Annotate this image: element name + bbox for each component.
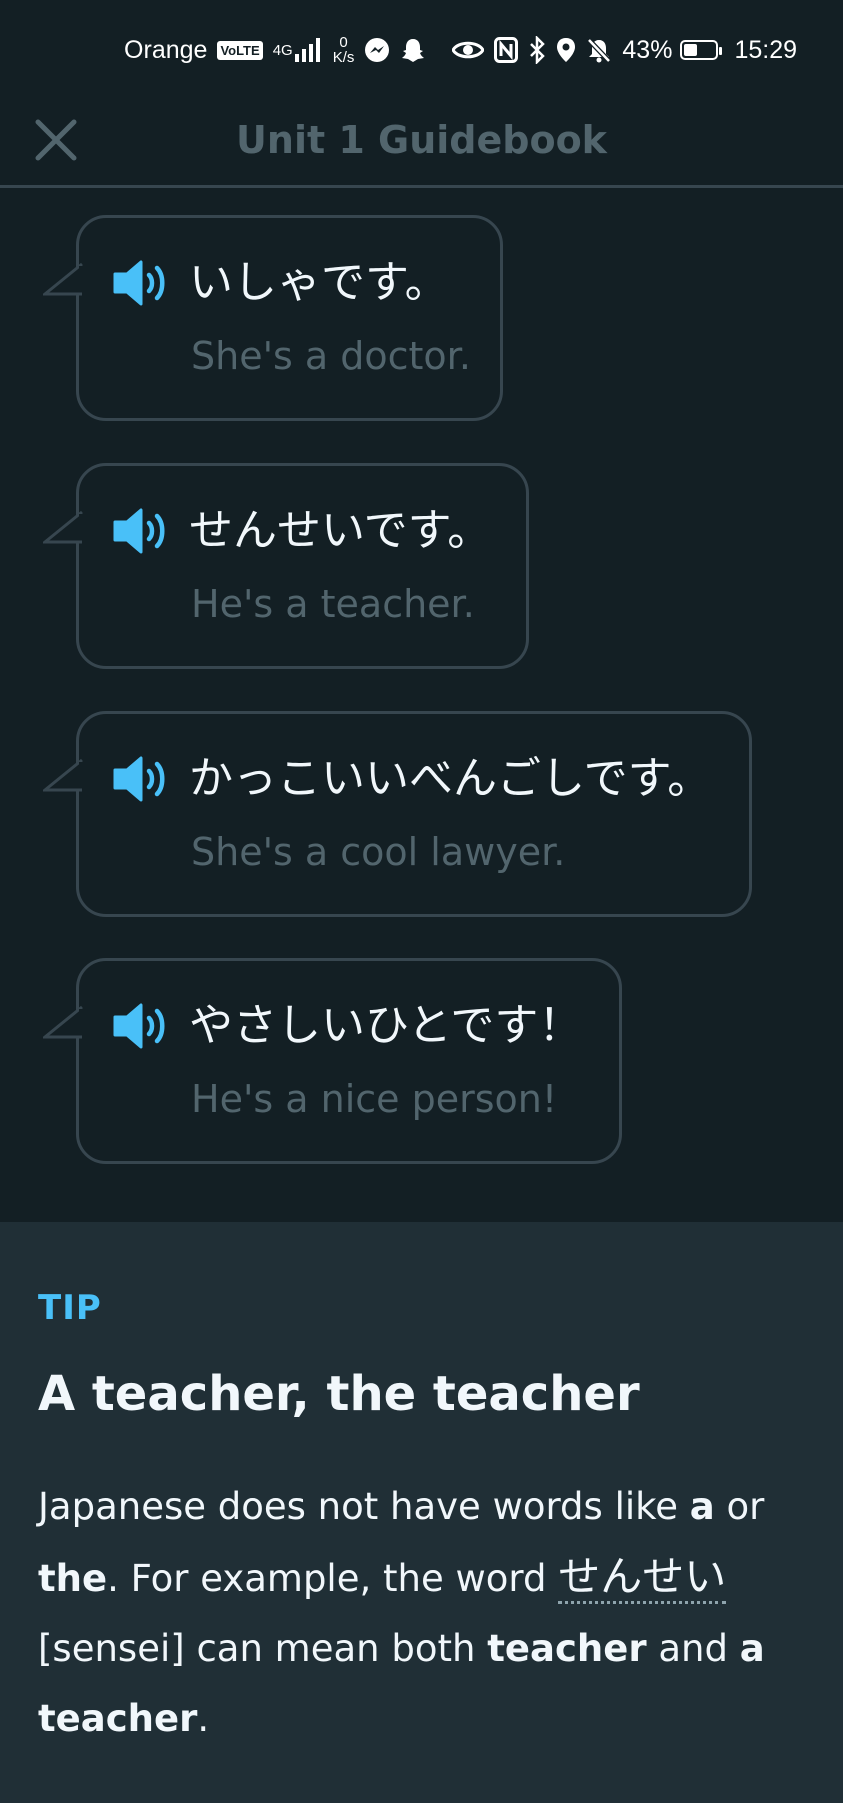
tip-bold-text: the bbox=[38, 1557, 108, 1600]
phrase-bubble: せんせいです。 He's a teacher. bbox=[43, 463, 529, 669]
speaker-icon bbox=[113, 508, 165, 554]
data-rate-value: 0 bbox=[339, 34, 348, 51]
tip-text: . bbox=[197, 1697, 210, 1740]
tip-text: or bbox=[714, 1485, 765, 1528]
tip-text: . For example, the word bbox=[107, 1557, 559, 1600]
phrase-bubble: やさしいひとです！ He's a nice person! bbox=[43, 958, 622, 1164]
phrase-bubble: いしゃです。 She's a doctor. bbox=[43, 215, 503, 421]
page-title: Unit 1 Guidebook bbox=[236, 118, 607, 162]
eye-icon bbox=[452, 39, 485, 61]
speaker-icon bbox=[113, 1003, 165, 1049]
tip-label: TIP bbox=[38, 1288, 102, 1328]
bubble-tail bbox=[43, 510, 83, 544]
speaker-icon bbox=[113, 260, 165, 306]
tip-text: and bbox=[646, 1627, 740, 1670]
bluetooth-icon bbox=[528, 36, 546, 64]
tip-title: A teacher, the teacher bbox=[38, 1366, 640, 1422]
battery-icon bbox=[680, 40, 723, 60]
tip-bold-text: a bbox=[689, 1485, 715, 1528]
bubble-tail bbox=[43, 758, 83, 792]
clock: 15:29 bbox=[734, 35, 797, 64]
bubble-tail bbox=[43, 262, 83, 296]
japanese-phrase: かっこいいべんごしです。 bbox=[189, 753, 712, 804]
location-icon bbox=[556, 37, 576, 63]
signal-icon: 4G bbox=[273, 38, 323, 62]
status-bar: Orange VoLTE 4G 0 K/s 43% 15:29 bbox=[0, 0, 843, 100]
data-rate-unit: K/s bbox=[332, 49, 355, 66]
japanese-phrase: いしゃです。 bbox=[189, 257, 449, 308]
battery-percent: 43% bbox=[622, 35, 673, 64]
tip-section: TIP A teacher, the teacher Japanese does… bbox=[0, 1222, 843, 1803]
speaker-button[interactable] bbox=[113, 506, 171, 556]
vocab-word-link[interactable]: せんせい bbox=[558, 1552, 727, 1604]
tip-text: Japanese does not have words like bbox=[38, 1485, 690, 1528]
bell-muted-icon bbox=[586, 37, 612, 63]
tip-text: [sensei] can mean both bbox=[38, 1627, 488, 1670]
bubble-tail bbox=[43, 1005, 83, 1039]
speaker-button[interactable] bbox=[113, 258, 171, 308]
english-translation: He's a nice person! bbox=[191, 1077, 558, 1121]
snapchat-icon bbox=[400, 37, 426, 63]
english-translation: She's a cool lawyer. bbox=[191, 830, 566, 874]
battery-fill bbox=[684, 44, 698, 56]
guidebook-header: Unit 1 Guidebook bbox=[0, 100, 843, 188]
phrase-bubble: かっこいいべんごしです。 She's a cool lawyer. bbox=[43, 711, 752, 917]
speaker-button[interactable] bbox=[113, 754, 171, 804]
speaker-button[interactable] bbox=[113, 1001, 171, 1051]
english-translation: She's a doctor. bbox=[191, 334, 471, 378]
nfc-icon bbox=[494, 37, 519, 63]
japanese-phrase: やさしいひとです！ bbox=[189, 1000, 583, 1051]
english-translation: He's a teacher. bbox=[191, 582, 475, 626]
signal-bars-icon bbox=[294, 38, 320, 62]
japanese-phrase: せんせいです。 bbox=[189, 505, 492, 556]
data-rate: 0 K/s bbox=[333, 35, 355, 65]
volte-badge: VoLTE bbox=[217, 40, 263, 60]
speaker-icon bbox=[113, 756, 165, 802]
carrier-name: Orange bbox=[124, 35, 208, 64]
messenger-icon bbox=[364, 37, 390, 63]
tip-bold-text: teacher bbox=[487, 1627, 647, 1670]
network-type: 4G bbox=[272, 41, 293, 59]
tip-body: Japanese does not have words like a or t… bbox=[38, 1472, 818, 1754]
